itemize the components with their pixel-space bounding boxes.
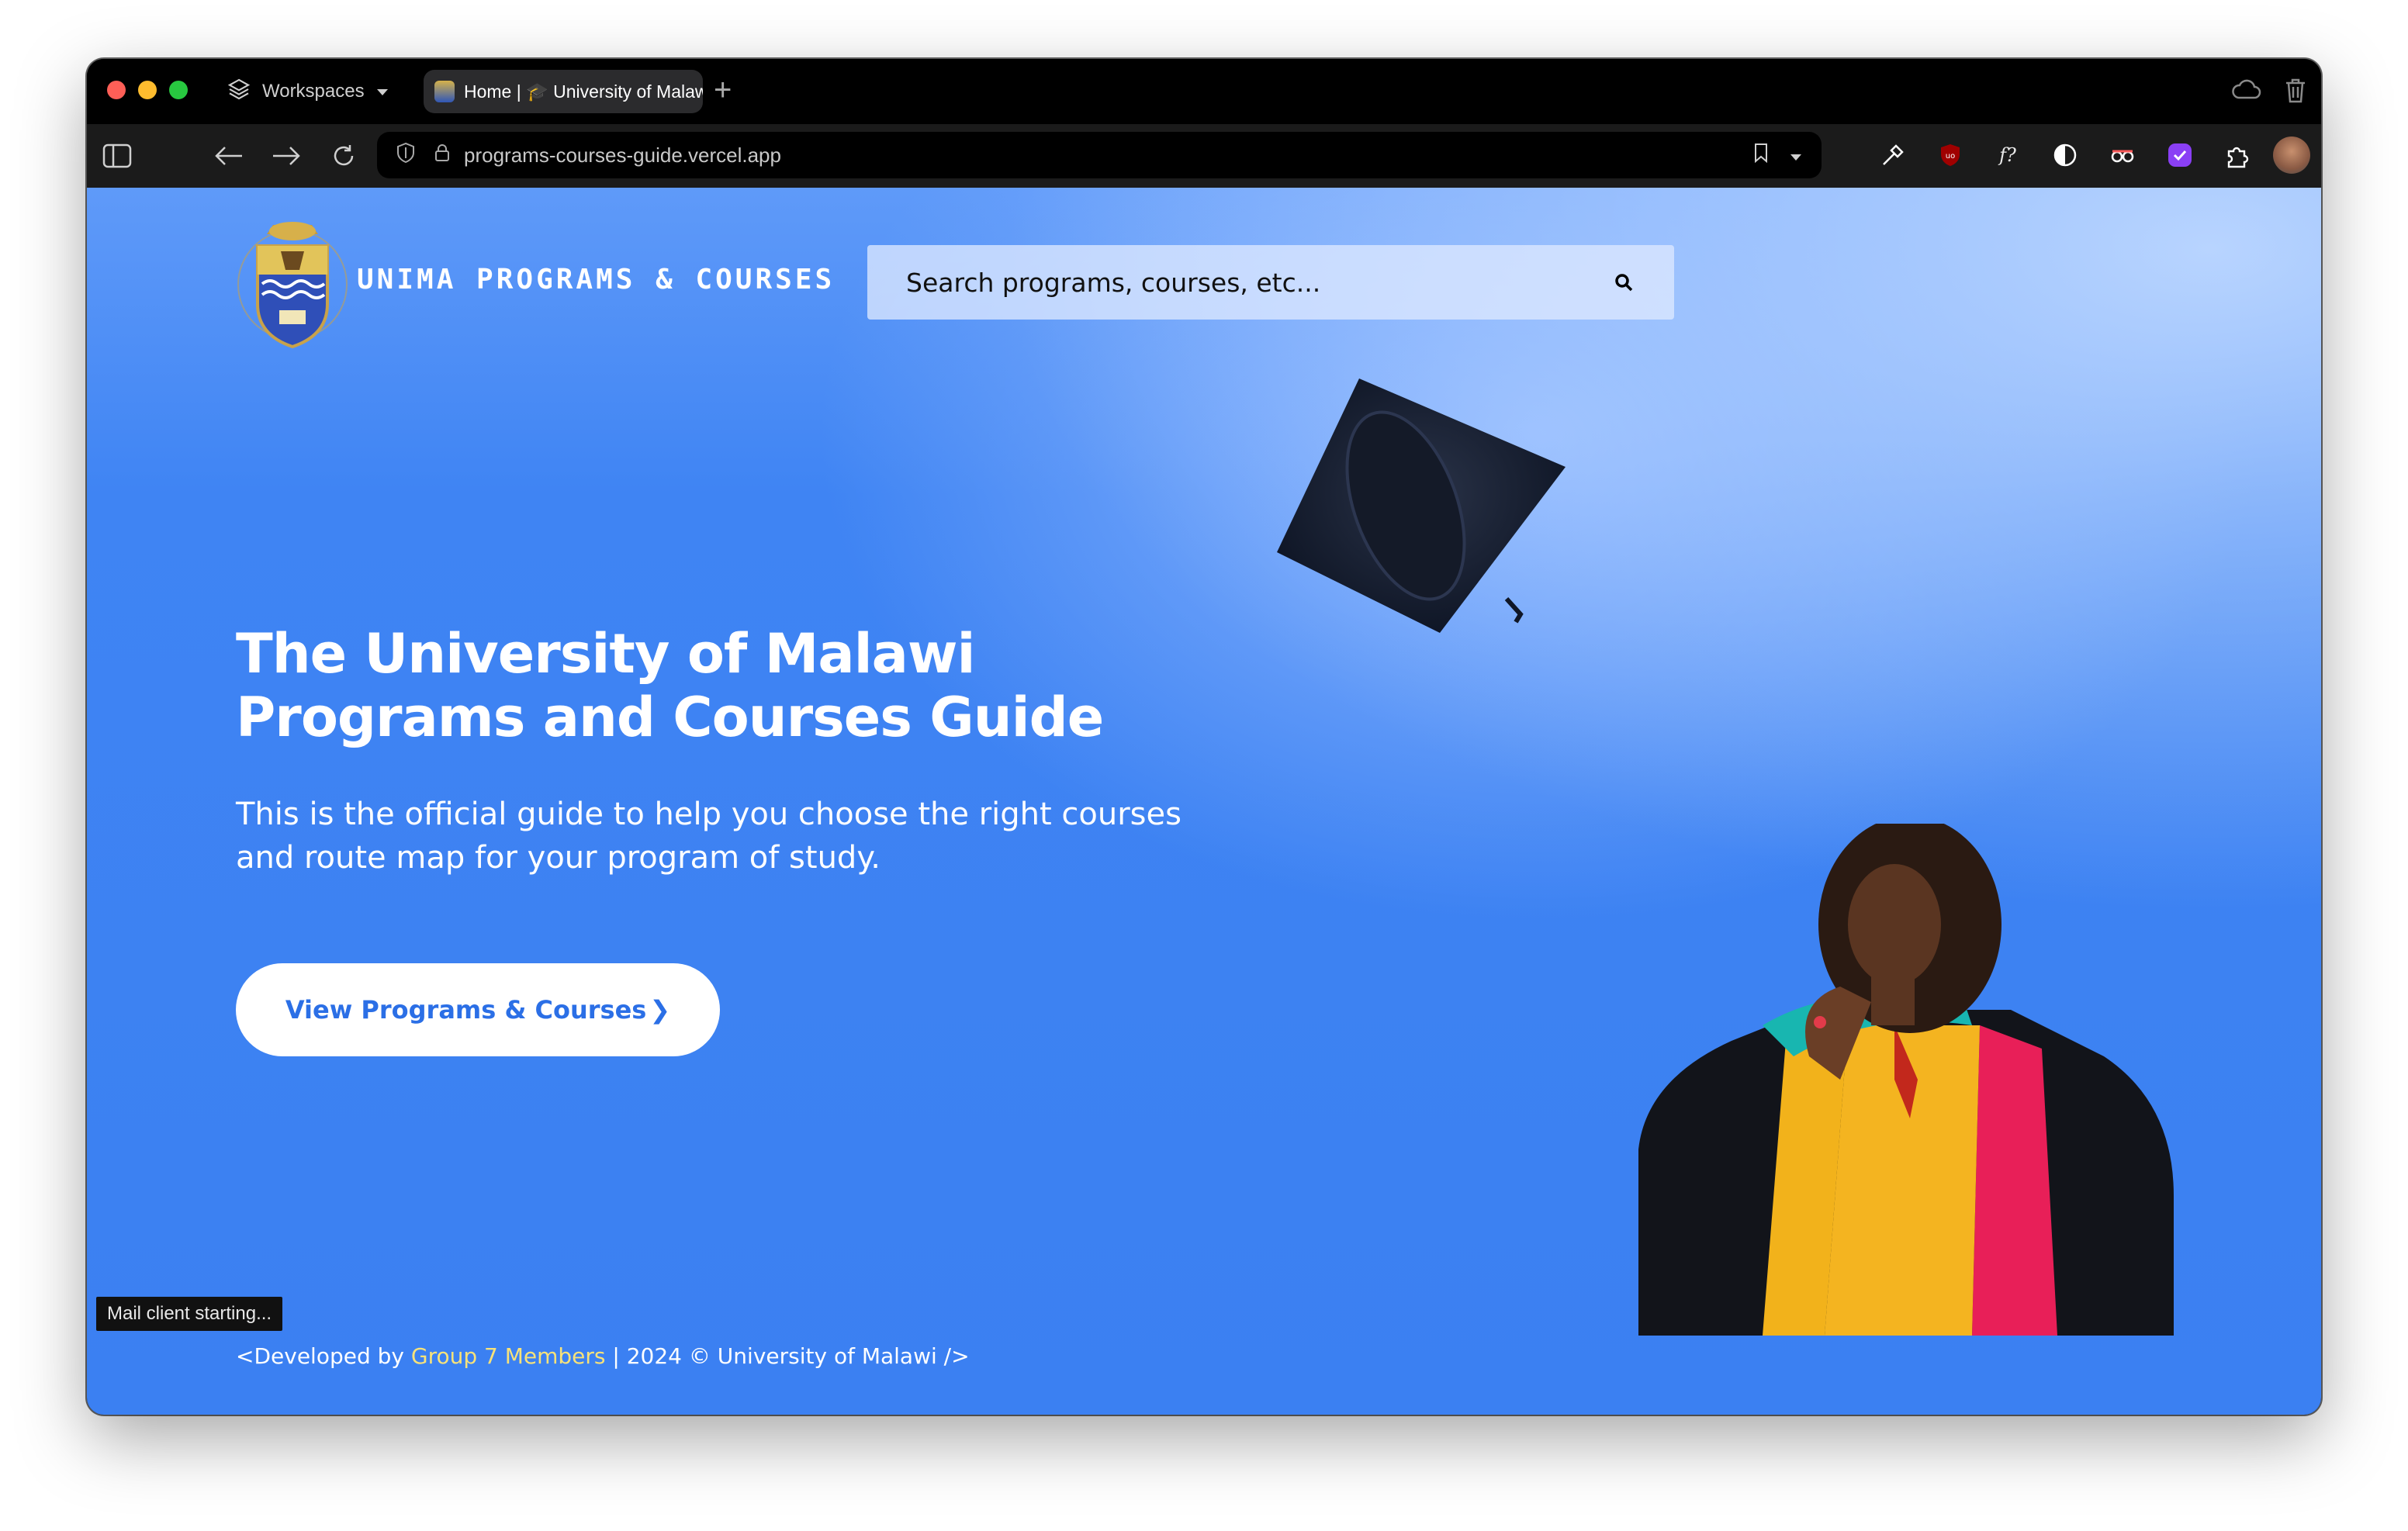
browser-toolbar: programs-courses-guide.vercel.app uo f? bbox=[87, 124, 2321, 188]
hero-subtitle: This is the official guide to help you c… bbox=[236, 797, 1182, 876]
site-footer: <Developed by Group 7 Members | 2024 © U… bbox=[236, 1343, 970, 1369]
footer-suffix: | 2024 © University of Malawi /> bbox=[605, 1343, 970, 1369]
fonts-extension-icon[interactable]: f? bbox=[1992, 140, 2023, 171]
site-brand[interactable]: UNIMA PROGRAMS & COURSES bbox=[357, 264, 835, 295]
graduation-cap-image bbox=[1277, 378, 1566, 633]
sidebar-toggle-icon[interactable] bbox=[101, 140, 133, 172]
reload-icon[interactable] bbox=[327, 140, 360, 172]
profile-avatar[interactable] bbox=[2273, 137, 2310, 174]
trash-icon[interactable] bbox=[2284, 78, 2307, 108]
url-text: programs-courses-guide.vercel.app bbox=[464, 143, 781, 167]
footer-prefix: <Developed by bbox=[236, 1343, 411, 1369]
svg-text:uo: uo bbox=[1946, 152, 1955, 161]
hero-title-line1: The University of Malawi bbox=[236, 622, 976, 686]
address-bar[interactable]: programs-courses-guide.vercel.app bbox=[377, 132, 1822, 178]
hero-title-line2: Programs and Courses Guide bbox=[236, 686, 1104, 749]
page-viewport: UNIMA PROGRAMS & COURSES The University … bbox=[87, 188, 2321, 1415]
shield-icon[interactable] bbox=[396, 142, 416, 169]
darkmode-extension-icon[interactable] bbox=[2050, 140, 2081, 171]
ublock-extension-icon[interactable]: uo bbox=[1935, 140, 1966, 171]
new-tab-button[interactable]: + bbox=[714, 73, 732, 107]
view-programs-label: View Programs & Courses bbox=[285, 995, 647, 1025]
workspaces-menu[interactable]: Workspaces bbox=[227, 74, 389, 109]
zoom-window-button[interactable] bbox=[169, 81, 188, 99]
lock-icon bbox=[434, 143, 450, 168]
graduate-photo bbox=[1638, 824, 2174, 1336]
cloud-icon[interactable] bbox=[2231, 78, 2262, 108]
spy-extension-icon[interactable] bbox=[2107, 140, 2138, 171]
tab-home[interactable]: Home | 🎓 University of Malawi bbox=[424, 70, 703, 113]
purple-extension-icon[interactable] bbox=[2164, 140, 2195, 171]
chevron-right-icon: ❯ bbox=[649, 995, 671, 1025]
university-logo-icon bbox=[434, 81, 455, 102]
university-logo[interactable] bbox=[234, 211, 351, 354]
workspaces-label: Workspaces bbox=[262, 81, 365, 102]
forward-icon[interactable] bbox=[270, 140, 303, 172]
tab-title: Home | 🎓 University of Malawi bbox=[464, 81, 703, 102]
layers-icon bbox=[227, 77, 251, 107]
close-window-button[interactable] bbox=[107, 81, 126, 99]
view-programs-button[interactable]: View Programs & Courses ❯ bbox=[236, 963, 720, 1056]
eyedropper-extension-icon[interactable] bbox=[1877, 140, 1908, 171]
bookmark-icon[interactable] bbox=[1753, 143, 1769, 168]
search-input[interactable] bbox=[905, 266, 1611, 299]
browser-window: Workspaces Home | 🎓 University of Malawi… bbox=[87, 59, 2321, 1415]
group-members-link[interactable]: Group 7 Members bbox=[411, 1343, 606, 1369]
chevron-down-icon bbox=[375, 81, 389, 102]
search-icon[interactable] bbox=[1611, 269, 1637, 295]
title-bar: Workspaces Home | 🎓 University of Malawi… bbox=[87, 59, 2321, 124]
minimize-window-button[interactable] bbox=[138, 81, 157, 99]
back-icon[interactable] bbox=[213, 140, 245, 172]
puzzle-extensions-icon[interactable] bbox=[2222, 140, 2253, 171]
hero-title: The University of Malawi Programs and Co… bbox=[236, 622, 1104, 749]
status-tooltip: Mail client starting... bbox=[96, 1297, 283, 1331]
search-bar[interactable] bbox=[867, 245, 1674, 320]
url-dropdown-icon[interactable] bbox=[1789, 143, 1803, 168]
